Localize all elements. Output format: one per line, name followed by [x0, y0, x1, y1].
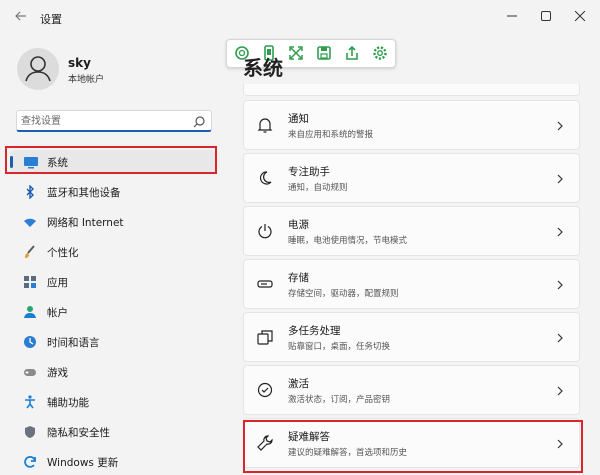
card-troubleshoot[interactable]: 疑难解答 建议的疑难解答，首选项和历史	[243, 418, 580, 468]
chevron-right-icon	[555, 118, 565, 132]
chevron-right-icon	[555, 277, 565, 291]
bell-icon	[256, 116, 274, 134]
sidebar-item-bluetooth[interactable]: 蓝牙和其他设备	[10, 180, 215, 204]
user-name: sky	[68, 56, 91, 70]
card-multitasking[interactable]: 多任务处理 贴靠窗口，桌面，任务切换	[243, 312, 580, 362]
chevron-right-icon	[555, 171, 565, 185]
card-subtitle: 存储空间，驱动器，配置规则	[288, 289, 399, 299]
sidebar-item-system[interactable]: 系统	[10, 150, 215, 174]
card-notifications[interactable]: 通知 来自应用和系统的警报	[243, 100, 580, 150]
sidebar-item-label: 帐户	[47, 307, 68, 319]
app-title: 设置	[40, 13, 62, 26]
card-subtitle: 建议的疑难解答，首选项和历史	[288, 448, 408, 458]
card-power[interactable]: 电源 睡眠，电池使用情况，节电模式	[243, 206, 580, 256]
search-input[interactable]	[21, 113, 181, 129]
account-type: 本地帐户	[68, 75, 105, 85]
sidebar-item-label: 蓝牙和其他设备	[47, 187, 121, 199]
shield-icon	[23, 425, 37, 439]
sidebar-item-gaming[interactable]: 游戏	[10, 360, 215, 384]
page-title: 系统	[243, 56, 283, 80]
sidebar-item-label: 个性化	[47, 247, 79, 259]
person-icon	[23, 305, 37, 319]
sidebar-item-label: 辅助功能	[47, 397, 89, 409]
sidebar-item-label: Windows 更新	[47, 457, 119, 469]
share-icon[interactable]	[343, 44, 361, 62]
power-icon	[256, 222, 274, 240]
card-subtitle: 贴靠窗口，桌面，任务切换	[288, 342, 391, 352]
save-icon[interactable]	[315, 44, 333, 62]
chevron-right-icon	[555, 330, 565, 344]
card-focus-assist[interactable]: 专注助手 通知，自动规则	[243, 153, 580, 203]
gear-icon[interactable]	[371, 44, 389, 62]
chevron-right-icon	[555, 383, 565, 397]
chevron-right-icon	[555, 224, 565, 238]
globe-clock-icon	[23, 335, 37, 349]
arrow-left-icon[interactable]	[12, 9, 30, 27]
chevron-right-icon	[555, 436, 565, 450]
card-title: 专注助手	[288, 166, 330, 178]
sidebar-item-privacy[interactable]: 隐私和安全性	[10, 420, 215, 444]
sidebar-item-accessibility[interactable]: 辅助功能	[10, 390, 215, 414]
sidebar-item-windows-update[interactable]: Windows 更新	[10, 450, 215, 474]
wrench-icon	[256, 434, 274, 452]
card-subtitle: 激活状态，订阅，产品密钥	[288, 395, 391, 405]
card-activation[interactable]: 激活 激活状态，订阅，产品密钥	[243, 365, 580, 415]
card-subtitle: 睡眠，电池使用情况，节电模式	[288, 236, 408, 246]
sidebar-item-time-language[interactable]: 时间和语言	[10, 330, 215, 354]
apps-icon	[23, 275, 37, 289]
scrolled-card	[243, 84, 580, 96]
bluetooth-icon	[23, 184, 37, 200]
sidebar-item-label: 系统	[47, 157, 68, 169]
title-bar: 设置	[0, 0, 600, 36]
maximize-icon[interactable]	[531, 6, 561, 28]
close-icon[interactable]	[565, 6, 595, 28]
display-icon	[23, 155, 38, 169]
moon-icon	[256, 169, 274, 187]
card-title: 激活	[288, 378, 309, 390]
search-icon[interactable]	[192, 114, 206, 128]
sidebar-item-label: 游戏	[47, 367, 68, 379]
sidebar-item-label: 应用	[47, 277, 68, 289]
card-subtitle: 来自应用和系统的警报	[288, 130, 374, 140]
accessibility-icon	[23, 395, 37, 409]
windows-update-icon	[23, 455, 37, 469]
sidebar-item-accounts[interactable]: 帐户	[10, 300, 215, 324]
sidebar-item-label: 隐私和安全性	[47, 427, 110, 439]
wifi-icon	[23, 215, 37, 229]
storage-icon	[256, 275, 274, 293]
check-circle-icon	[256, 381, 274, 399]
brush-icon	[23, 245, 37, 259]
card-storage[interactable]: 存储 存储空间，驱动器，配置规则	[243, 259, 580, 309]
gamepad-icon	[23, 365, 37, 379]
card-title: 存储	[288, 272, 309, 284]
avatar[interactable]	[17, 48, 59, 90]
card-subtitle: 通知，自动规则	[288, 183, 348, 193]
settings-window: 设置 sky 本地帐户 查找设置 系统 蓝牙和其他设备 网络和 Internet…	[0, 0, 600, 475]
sidebar-item-label: 网络和 Internet	[47, 217, 124, 229]
card-title: 电源	[288, 219, 309, 231]
expand-icon[interactable]	[287, 44, 305, 62]
card-title: 疑难解答	[288, 431, 330, 443]
sidebar-item-network[interactable]: 网络和 Internet	[10, 210, 215, 234]
search-box	[16, 110, 212, 132]
sidebar-item-label: 时间和语言	[47, 337, 100, 349]
sidebar-item-personalization[interactable]: 个性化	[10, 240, 215, 264]
multitask-icon	[256, 328, 274, 346]
sidebar-item-apps[interactable]: 应用	[10, 270, 215, 294]
card-title: 通知	[288, 113, 309, 125]
minimize-icon[interactable]	[497, 6, 527, 28]
card-title: 多任务处理	[288, 325, 341, 337]
